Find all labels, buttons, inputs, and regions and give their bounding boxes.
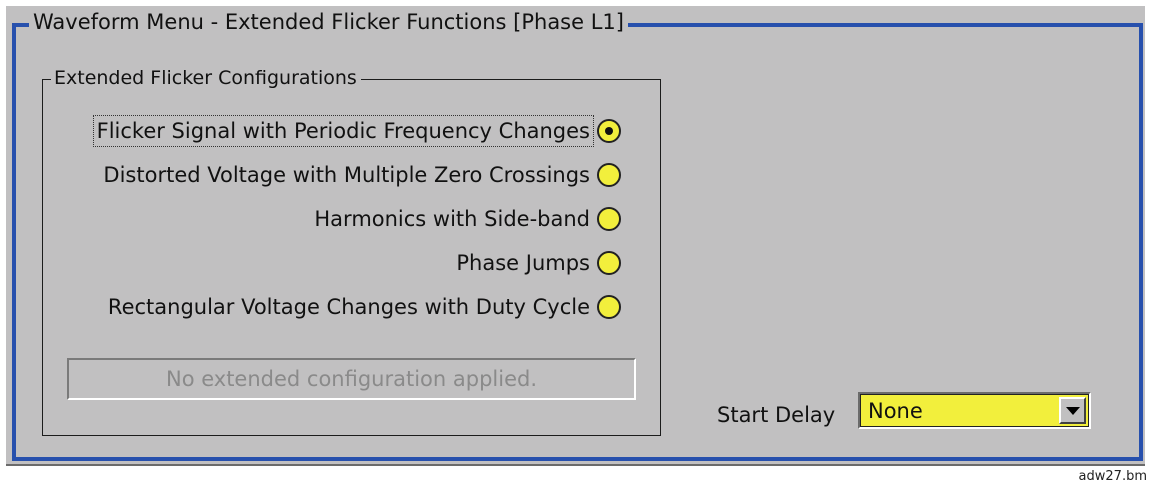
dropdown-arrow-button[interactable] [1059,397,1086,424]
option-flicker-periodic-frequency[interactable]: Flicker Signal with Periodic Frequency C… [92,114,621,148]
chevron-down-icon [1065,406,1080,415]
window-title: Waveform Menu - Extended Flicker Functio… [29,7,628,37]
radio-button[interactable] [597,251,621,275]
option-phase-jumps[interactable]: Phase Jumps [452,246,621,280]
option-rectangular-voltage[interactable]: Rectangular Voltage Changes with Duty Cy… [104,290,621,324]
image-caption: adw27.bm [1078,469,1147,484]
radio-button-selected[interactable] [597,119,621,143]
option-label[interactable]: Distorted Voltage with Multiple Zero Cro… [99,159,594,191]
configuration-status-box: No extended configuration applied. [67,358,636,400]
radio-button[interactable] [597,163,621,187]
start-delay-value[interactable]: None [868,396,923,426]
radio-selected-dot [605,127,613,135]
option-label[interactable]: Flicker Signal with Periodic Frequency C… [92,115,594,147]
option-label[interactable]: Harmonics with Side-band [310,203,594,235]
page: Waveform Menu - Extended Flicker Functio… [0,0,1151,487]
option-label[interactable]: Rectangular Voltage Changes with Duty Cy… [104,291,594,323]
group-title: Extended Flicker Configurations [51,64,361,92]
option-distorted-voltage[interactable]: Distorted Voltage with Multiple Zero Cro… [99,158,621,192]
option-label[interactable]: Phase Jumps [452,247,594,279]
radio-button[interactable] [597,207,621,231]
start-delay-select[interactable]: None [858,392,1091,429]
option-harmonics-side-band[interactable]: Harmonics with Side-band [310,202,621,236]
waveform-menu-window: Waveform Menu - Extended Flicker Functio… [6,6,1145,464]
radio-button[interactable] [597,295,621,319]
start-delay-label: Start Delay [717,403,836,427]
window-bottom-shadow [6,464,1145,466]
